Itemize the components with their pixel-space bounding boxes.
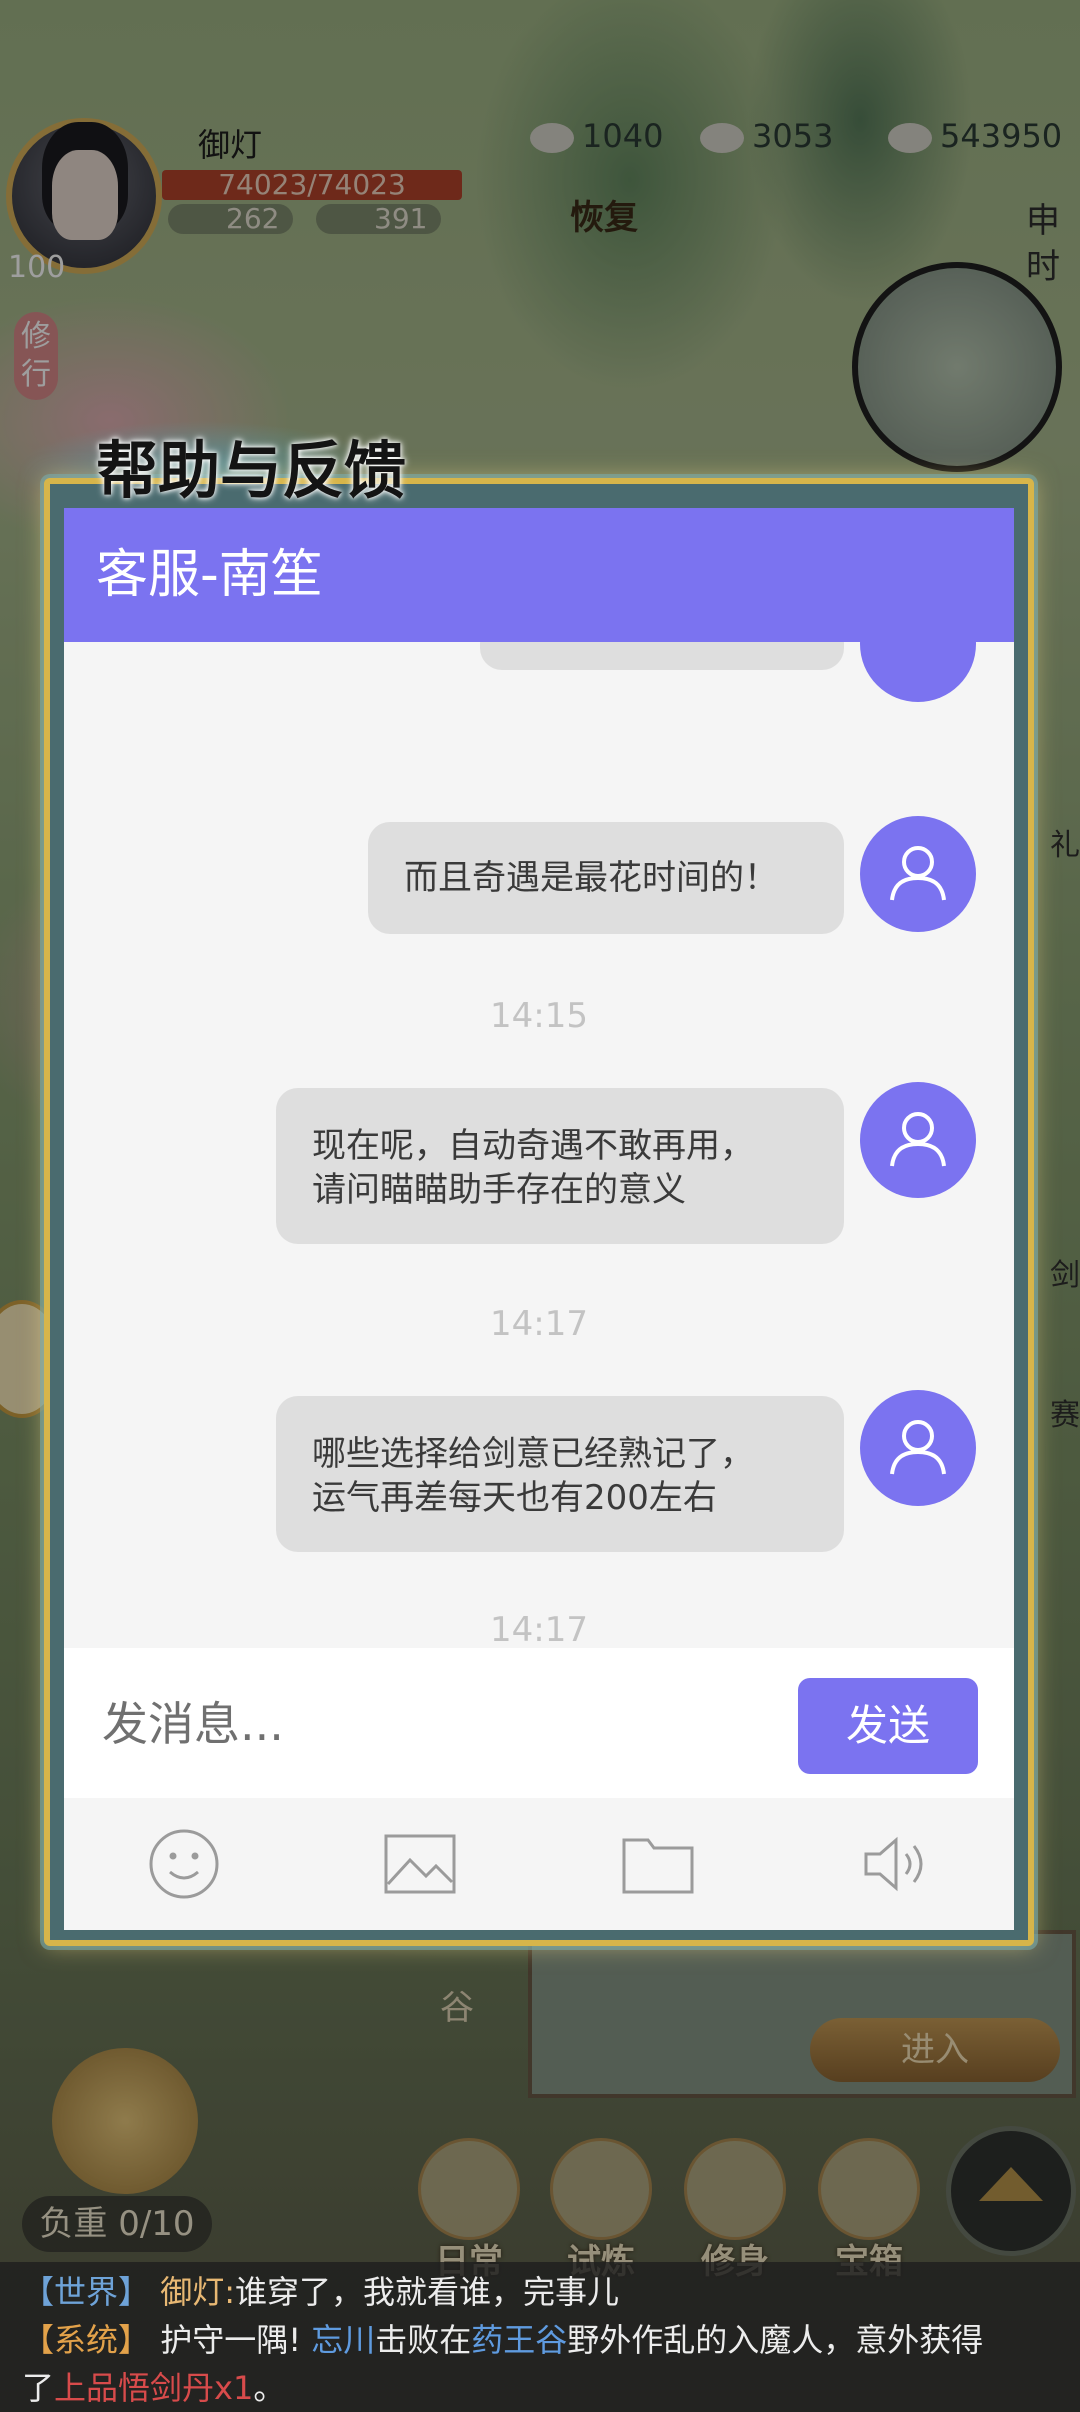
system-place[interactable]: 药王谷 xyxy=(471,2321,567,2359)
system-text-end: 。 xyxy=(253,2369,286,2407)
user-avatar-partial xyxy=(860,642,976,702)
user-icon xyxy=(890,1420,946,1475)
message-text-line: 请问瞄瞄助手存在的意义 xyxy=(312,1170,686,1210)
message-timestamp: 14:17 xyxy=(490,1610,588,1648)
folder-icon[interactable] xyxy=(620,1826,696,1902)
chat-log[interactable]: 【世界】 御灯:谁穿了，我就看谁，完事儿 【系统】 护守一隅! 忘川击败在药王谷… xyxy=(0,2262,1080,2412)
message-text: 而且奇遇是最花时间的！ xyxy=(404,858,778,898)
system-text-post: 野外作乱的入魔人，意外获得 xyxy=(567,2321,984,2359)
panel-header: 客服-南笙 xyxy=(64,508,1014,642)
user-avatar xyxy=(860,816,976,932)
reward-item[interactable]: 上品悟剑丹x1 xyxy=(54,2369,253,2407)
chat-channel-tag: 【世界】 xyxy=(22,2273,151,2311)
message-input[interactable] xyxy=(100,1688,824,1760)
user-avatar xyxy=(860,1082,976,1198)
panel-header-title: 客服-南笙 xyxy=(96,545,323,605)
smiley-icon[interactable] xyxy=(146,1826,222,1902)
message-text-line: 现在呢，自动奇遇不敢再用， xyxy=(312,1126,754,1166)
chat-speaker: 御灯: xyxy=(160,2273,235,2311)
message-bubble: 哪些选择给剑意已经熟记了， 运气再差每天也有200左右 xyxy=(276,1396,844,1552)
system-text-pre2: 了 xyxy=(22,2369,55,2407)
attachment-toolbar xyxy=(64,1798,1014,1930)
image-icon[interactable] xyxy=(382,1826,458,1902)
dialog-title: 帮助与反馈 xyxy=(96,434,407,507)
system-tag: 【系统】 xyxy=(22,2321,151,2359)
user-avatar xyxy=(860,1390,976,1506)
message-bubble-partial xyxy=(480,642,844,670)
chat-log-line: 【世界】 御灯:谁穿了，我就看谁，完事儿 xyxy=(22,2268,1058,2316)
system-text-pre: 护守一隅! xyxy=(160,2321,312,2359)
customer-service-panel: 客服-南笙 而且奇遇是最花时间的！ 14:15 现在呢，自动奇遇不敢再用， 请问… xyxy=(64,508,1014,1930)
message-text-line: 运气再差每天也有200左右 xyxy=(312,1478,717,1518)
message-text-line: 哪些选择给剑意已经熟记了， xyxy=(312,1434,754,1474)
chat-log-line: 【系统】 护守一隅! 忘川击败在药王谷野外作乱的入魔人，意外获得 xyxy=(22,2316,1058,2364)
message-timestamp: 14:15 xyxy=(490,996,588,1036)
input-bar: 发送 xyxy=(64,1648,1014,1798)
chat-text: 谁穿了，我就看谁，完事儿 xyxy=(234,2273,619,2311)
message-timestamp: 14:17 xyxy=(490,1304,588,1344)
message-list[interactable]: 而且奇遇是最花时间的！ 14:15 现在呢，自动奇遇不敢再用， 请问瞄瞄助手存在… xyxy=(64,642,1014,1648)
speaker-icon[interactable] xyxy=(858,1826,934,1902)
chat-log-line: 了上品悟剑丹x1。 xyxy=(22,2364,1058,2412)
system-player-name[interactable]: 忘川 xyxy=(311,2321,375,2359)
user-icon xyxy=(890,1112,946,1167)
send-button[interactable]: 发送 xyxy=(798,1678,978,1774)
message-bubble: 而且奇遇是最花时间的！ xyxy=(368,822,844,934)
system-text-mid: 击败在 xyxy=(375,2321,472,2359)
message-bubble: 现在呢，自动奇遇不敢再用， 请问瞄瞄助手存在的意义 xyxy=(276,1088,844,1244)
user-icon xyxy=(890,846,946,901)
